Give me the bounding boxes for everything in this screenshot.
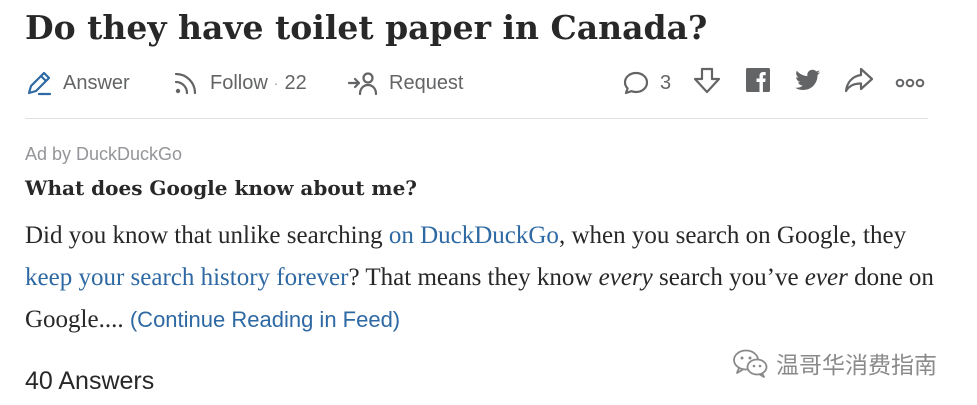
follow-count: 22 (284, 71, 307, 94)
comments-button[interactable]: 3 (622, 66, 671, 100)
twitter-icon (794, 67, 822, 99)
comments-count: 3 (660, 71, 672, 94)
answers-count-heading: 40 Answers (25, 367, 155, 395)
question-action-bar: Answer Follow · 22 Request 3 (25, 62, 930, 104)
watermark-text: 温哥华消费指南 (776, 352, 937, 378)
wechat-logo-icon (732, 348, 768, 378)
downvote-icon (692, 65, 722, 101)
ad-sponsor-label: Ad by DuckDuckGo (25, 144, 183, 164)
ad-link-duckduckgo[interactable]: on DuckDuckGo (389, 222, 559, 249)
twitter-share-button[interactable] (792, 68, 824, 98)
ad-emphasis-ever: ever (804, 264, 848, 291)
ad-text-segment: ? That means they know (348, 264, 599, 291)
ad-link-search-history[interactable]: keep your search history forever (25, 264, 348, 291)
downvote-button[interactable] (690, 65, 724, 101)
question-title: Do they have toilet paper in Canada? (25, 8, 708, 47)
answer-label: Answer (63, 71, 130, 94)
pencil-icon (25, 69, 53, 97)
follow-separator: · (273, 75, 279, 91)
ad-text-segment: Did you know that unlike searching (25, 222, 389, 249)
facebook-icon (745, 67, 771, 99)
share-button[interactable] (842, 66, 876, 100)
request-button[interactable]: Request (347, 66, 464, 100)
more-options-button[interactable] (893, 68, 927, 98)
action-bar-divider (25, 118, 928, 119)
request-label: Request (389, 71, 464, 94)
answer-button[interactable]: Answer (25, 66, 130, 100)
ad-title[interactable]: What does Google know about me? (25, 176, 417, 200)
ad-emphasis-every: every (598, 264, 653, 291)
request-icon (347, 69, 379, 97)
continue-reading-link[interactable]: (Continue Reading in Feed) (130, 307, 400, 332)
wechat-watermark: 温哥华消费指南 (732, 346, 937, 380)
ad-body-text: Did you know that unlike searching on Du… (25, 215, 935, 341)
follow-button[interactable]: Follow · 22 (172, 66, 307, 100)
share-icon (844, 66, 874, 100)
facebook-share-button[interactable] (743, 68, 773, 98)
follow-label: Follow (210, 71, 268, 94)
comment-icon (622, 69, 650, 97)
follow-signal-icon (172, 69, 200, 97)
more-icon (895, 72, 925, 95)
ad-text-segment: , when you search on Google, they (558, 222, 907, 249)
ad-text-segment: search you’ve (652, 264, 805, 291)
